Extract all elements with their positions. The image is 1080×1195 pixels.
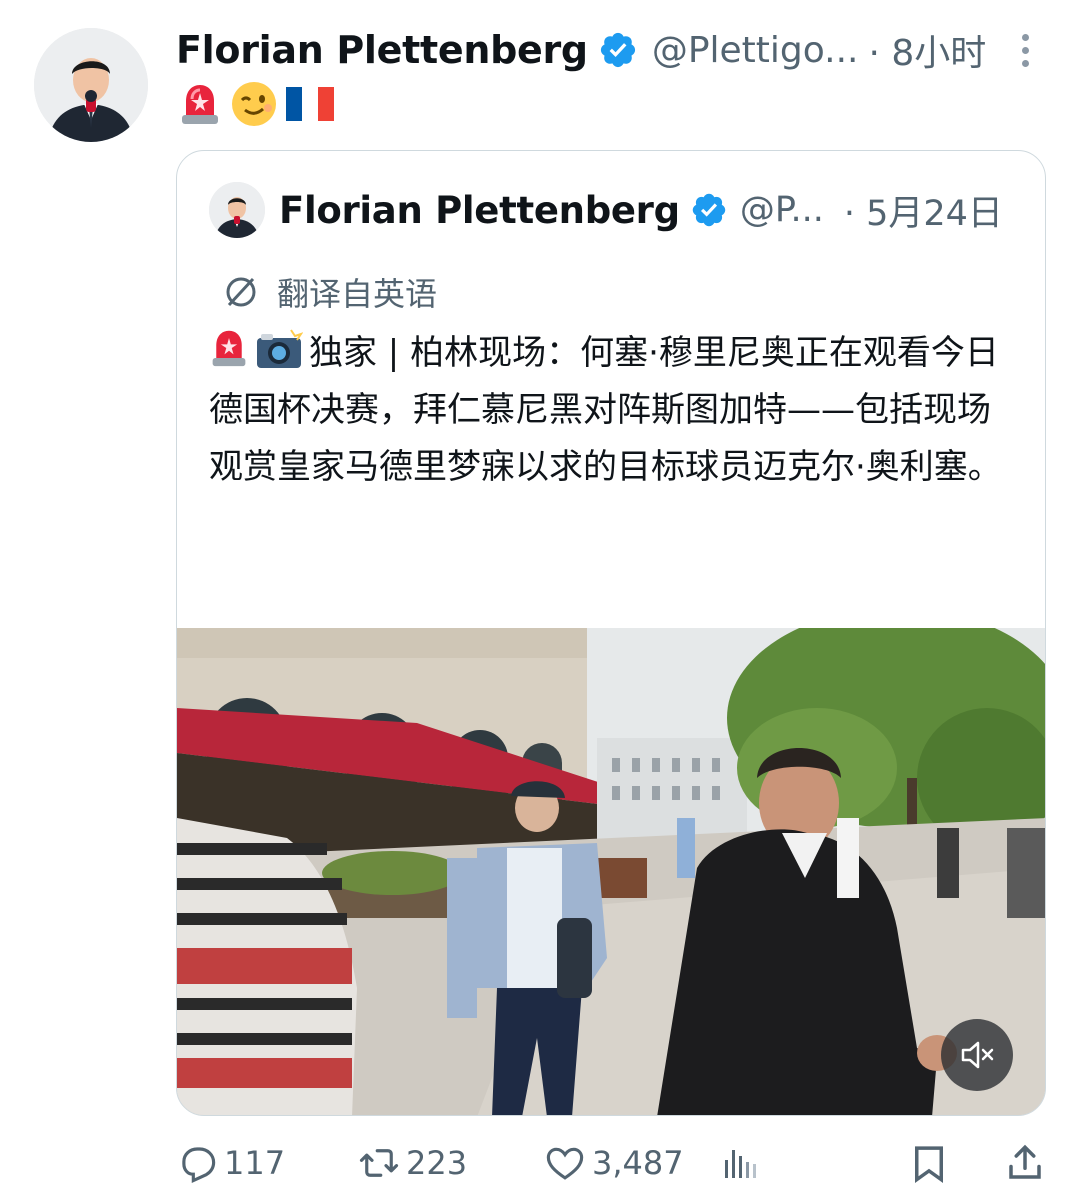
repost-count: 223 xyxy=(406,1144,468,1182)
wink-emoji-icon xyxy=(232,82,276,126)
repost-button[interactable]: 223 xyxy=(358,1142,467,1184)
reply-button[interactable]: 117 xyxy=(176,1142,285,1184)
translated-label-text: 翻译自英语 xyxy=(277,275,438,313)
tweet-time[interactable]: · 8小时 xyxy=(868,24,986,76)
translate-icon xyxy=(226,277,256,307)
quoted-text-body: 独家 | 柏林现场：何塞·穆里尼奥正在观看今日德国杯决赛，拜仁慕尼黑对阵斯图加特… xyxy=(209,333,1002,487)
share-icon xyxy=(1009,1144,1041,1179)
verified-badge-icon xyxy=(692,193,726,227)
quoted-tweet-header: Florian Plettenberg @P... · 5月24日 xyxy=(209,179,1019,241)
reply-count: 117 xyxy=(224,1144,286,1182)
quoted-tweet-text: 独家 | 柏林现场：何塞·穆里尼奥正在观看今日德国杯决赛，拜仁慕尼黑对阵斯图加特… xyxy=(209,325,1021,496)
bookmark-icon xyxy=(915,1146,943,1184)
share-button[interactable] xyxy=(1004,1142,1052,1184)
quoted-author-name: Florian Plettenberg xyxy=(279,188,680,232)
more-options-icon[interactable] xyxy=(1018,34,1032,74)
volume-muted-icon xyxy=(961,1041,994,1069)
views-button[interactable] xyxy=(722,1142,770,1184)
like-count: 3,487 xyxy=(592,1144,684,1182)
mute-button[interactable] xyxy=(941,1019,1013,1091)
quoted-author-avatar xyxy=(209,182,265,238)
views-bar-chart-icon xyxy=(725,1150,756,1178)
like-button[interactable]: 3,487 xyxy=(544,1142,684,1184)
france-flag-icon xyxy=(286,87,334,121)
video-player[interactable] xyxy=(177,628,1045,1115)
verified-badge-icon xyxy=(600,32,635,68)
author-avatar[interactable] xyxy=(34,28,148,142)
camera-flash-emoji-icon xyxy=(257,329,303,368)
siren-emoji-icon xyxy=(212,330,246,367)
bookmark-button[interactable] xyxy=(908,1142,956,1184)
siren-emoji-icon xyxy=(182,85,218,124)
quoted-tweet-time: · 5月24日 xyxy=(843,193,1003,234)
heart-icon xyxy=(546,1147,584,1180)
quoted-tweet-card[interactable]: Florian Plettenberg @P... · 5月24日 翻译自英语 … xyxy=(176,150,1046,1116)
tweet-action-bar: 117 223 3,487 xyxy=(176,1142,1076,1192)
tweet-header: Florian Plettenberg @Plettigo... · 8小时 xyxy=(176,22,1036,78)
street-scene-image xyxy=(177,628,1045,1115)
repost-icon xyxy=(359,1149,399,1177)
translated-from-label[interactable]: 翻译自英语 xyxy=(221,269,437,315)
quoted-author-handle: @P... xyxy=(739,190,824,230)
tweet-text xyxy=(178,80,334,128)
author-handle[interactable]: @Plettigo... xyxy=(652,30,859,71)
author-name[interactable]: Florian Plettenberg xyxy=(176,28,588,72)
reply-icon xyxy=(182,1147,216,1183)
